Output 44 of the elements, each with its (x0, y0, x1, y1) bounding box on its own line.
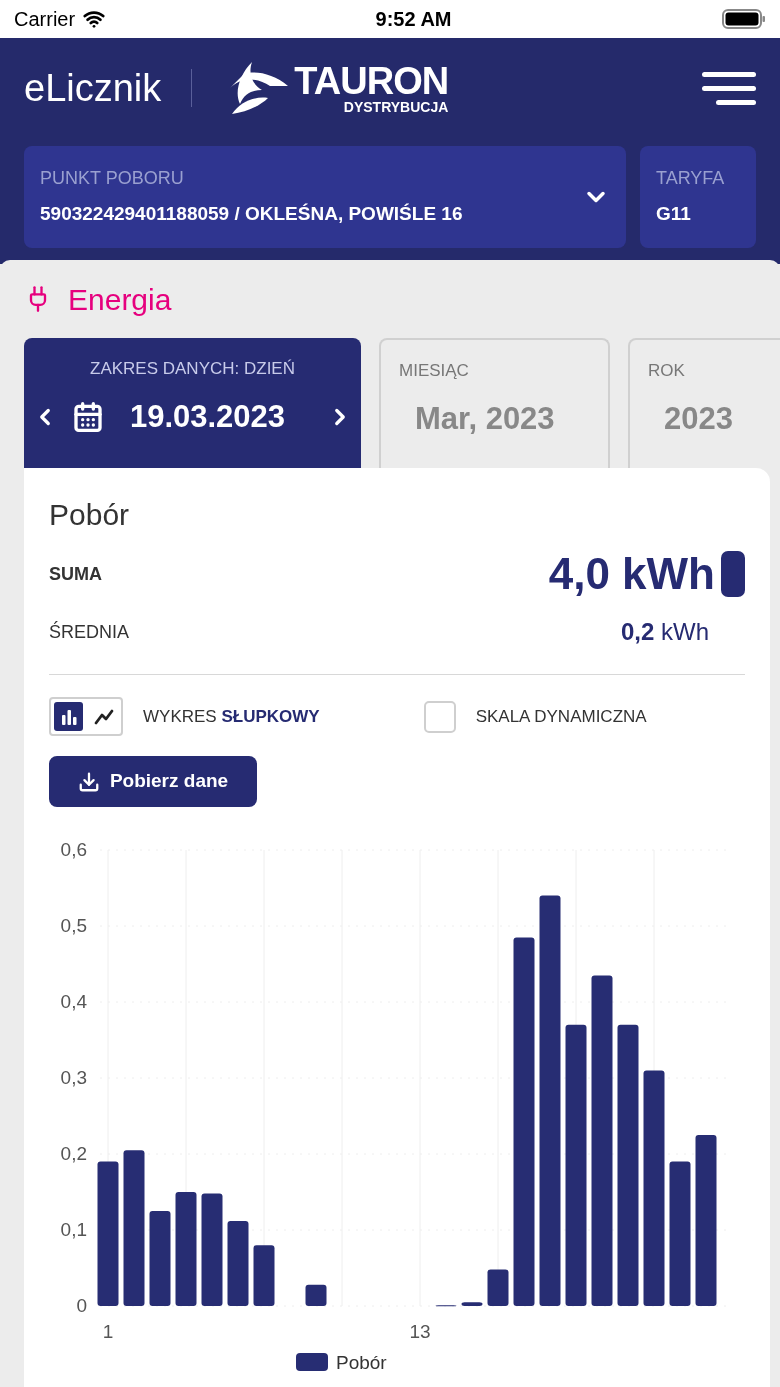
download-button[interactable]: Pobierz dane (49, 756, 257, 807)
bar (253, 1245, 275, 1306)
unit-marker (721, 551, 745, 597)
stat-label: ŚREDNIA (49, 620, 129, 644)
dynamic-scale-label: SKALA DYNAMICZNA (475, 705, 647, 728)
stat-value: 4,0 kWh (548, 548, 715, 600)
app-name: eLicznik (24, 65, 162, 111)
dropdown-field[interactable]: PUNKT POBORU 590322429401188059 / OKLEŚNA, POWIŚLE 16 (24, 146, 626, 248)
wifi-icon (83, 8, 106, 30)
brand-subtitle: DYSTRYBUCJA (343, 100, 449, 114)
y-tick-label: 0 (76, 1295, 87, 1316)
y-tick-label: 0,5 (60, 915, 87, 936)
x-tick-label: 13 (409, 1321, 431, 1342)
carrier-label: Carrier (14, 7, 76, 32)
bar-chart-icon (59, 707, 78, 726)
bar (305, 1284, 327, 1306)
stat-label: SUMA (49, 562, 102, 586)
y-tick-label: 0,3 (60, 1067, 87, 1088)
status-time: 9:52 AM (375, 7, 452, 32)
section-title: Energia (68, 281, 172, 318)
brand-name: TAURON (294, 62, 449, 100)
line-chart-icon (93, 707, 114, 726)
stat-value: 0,2 kWh (620, 617, 709, 647)
dynamic-scale-checkbox[interactable] (423, 700, 456, 733)
bar (461, 1302, 483, 1306)
chart-type-label: WYKRES SŁUPKOWY (143, 705, 320, 728)
y-tick-label: 0,1 (60, 1219, 87, 1240)
y-tick-label: 0,6 (60, 839, 87, 860)
range-tab[interactable]: MIESIĄC Mar, 2023 (379, 338, 610, 468)
menu-button[interactable] (702, 71, 756, 105)
y-tick-label: 0,4 (60, 991, 87, 1012)
y-tick-label: 0,2 (60, 1143, 87, 1164)
range-tab[interactable]: ZAKRES DANYCH: DZIEŃ 19.03.2023 (24, 338, 361, 468)
legend-label: Pobór (336, 1352, 387, 1373)
calendar-icon (71, 400, 104, 433)
card-title: Pobór (49, 500, 131, 530)
download-icon (77, 770, 100, 793)
bar (487, 1269, 509, 1306)
battery-icon (722, 9, 766, 29)
info-tile: TARYFA G11 (640, 146, 756, 248)
bar-chart-toggle[interactable] (54, 702, 83, 731)
range-tab[interactable]: ROK 2023 (628, 338, 780, 468)
x-tick-label: 1 (102, 1321, 114, 1342)
legend-swatch (296, 1353, 328, 1371)
